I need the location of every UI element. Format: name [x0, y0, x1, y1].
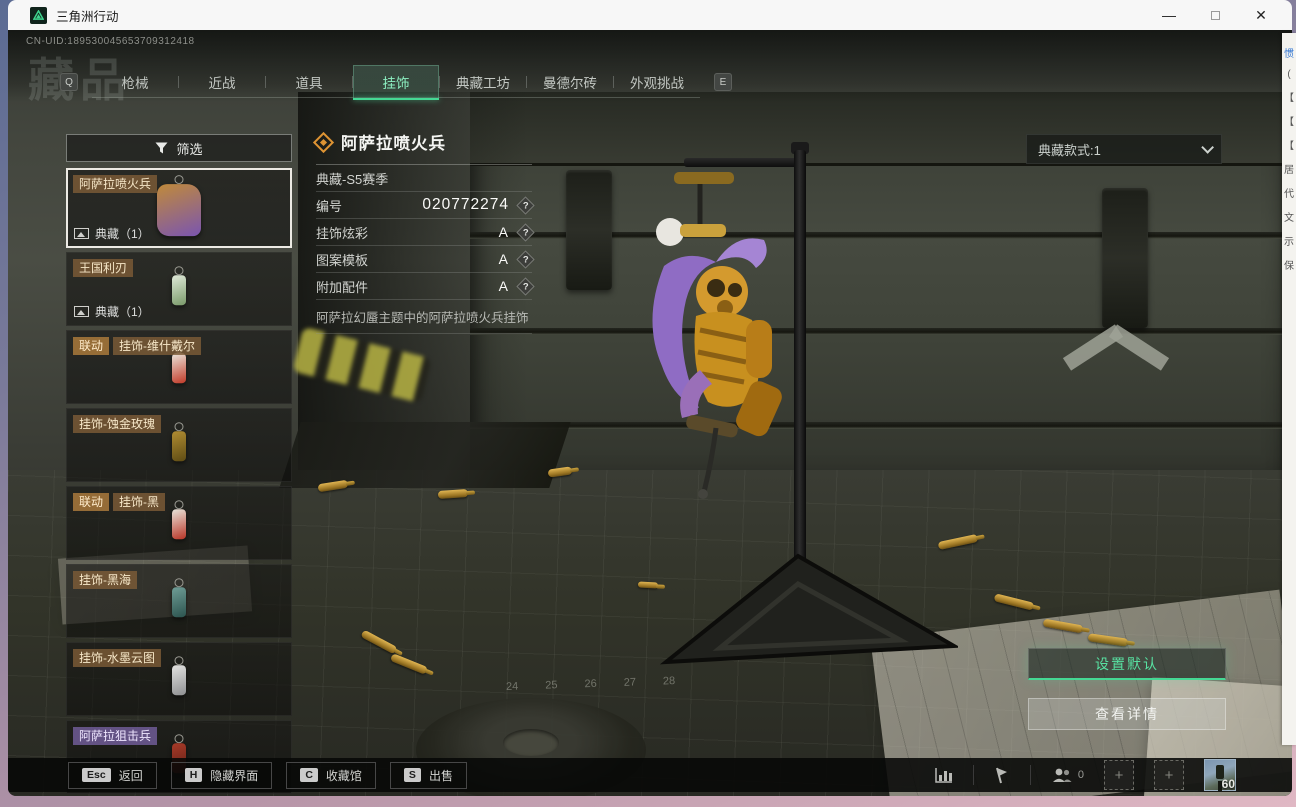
hide-ui-shortcut[interactable]: H 隐藏界面: [170, 761, 273, 789]
charm-thumbnail: [172, 509, 186, 540]
gallery-icon: [74, 228, 89, 239]
view-details-button[interactable]: 查看详情: [1028, 698, 1226, 730]
maximize-button[interactable]: [1192, 0, 1238, 30]
tab-prev-key-hint[interactable]: Q: [60, 73, 78, 91]
charm-name-chip: 挂饰-蚀金玫瑰: [73, 415, 161, 434]
charm-name-chip: 挂饰-水墨云图: [73, 649, 161, 668]
team-button[interactable]: 0: [1051, 767, 1084, 783]
app-logo-icon: [30, 6, 47, 24]
bar-chart-icon: [935, 768, 952, 783]
back-shortcut[interactable]: Esc 返回: [68, 761, 157, 789]
charm-thumbnail: [157, 184, 201, 237]
h-keycap: H: [184, 768, 203, 782]
accessory-row: 附加配件 A ?: [316, 273, 535, 300]
collect-count: 典藏（1）: [74, 225, 150, 242]
bottom-bar: Esc 返回 H 隐藏界面 C 收藏馆 S 出售 0 + + 60: [8, 758, 1292, 792]
detail-title: 阿萨拉喷火兵: [341, 135, 446, 153]
collect-count: 典藏（1）: [74, 303, 150, 320]
team-count: 0: [1077, 769, 1084, 781]
season-row: 典藏-S5赛季: [316, 165, 532, 192]
charm-description: 阿萨拉幻蜃主题中的阿萨拉喷火兵挂饰: [316, 300, 532, 334]
minimize-button[interactable]: —: [1146, 0, 1192, 30]
charm-thumbnail: [172, 275, 186, 306]
tab-guns[interactable]: 枪械: [92, 65, 178, 99]
invite-slot-button[interactable]: +: [1104, 760, 1134, 790]
crate-latch: [1102, 188, 1148, 328]
charm-list-item[interactable]: 王国利刃 典藏（1）: [66, 252, 292, 326]
serial-value: 020772274: [422, 196, 509, 213]
game-viewport: 24 25 26 27 28 藏品 CN-UID:189530045653709…: [8, 30, 1292, 796]
sell-shortcut[interactable]: S 出售: [389, 761, 467, 789]
filter-button[interactable]: 筛选: [66, 134, 292, 162]
stats-button[interactable]: [935, 767, 953, 783]
charm-list: 阿萨拉喷火兵 典藏（1） 王国利刃 典藏（1） 联动 挂饰-维什戴尔 挂饰-蚀金…: [66, 168, 292, 796]
stand-base: [659, 553, 958, 665]
tab-charms[interactable]: 挂饰: [353, 64, 439, 100]
charm-name-chip: 阿萨拉狙击兵: [73, 727, 158, 746]
people-icon: [1052, 768, 1072, 782]
charm-name-chip: 王国利刃: [73, 259, 134, 278]
charm-list-item[interactable]: 联动 挂饰-维什戴尔: [66, 330, 292, 404]
c-keycap: C: [300, 768, 318, 782]
charm-name-chip: 挂饰-黑海: [73, 571, 137, 590]
charm-thumbnail: [172, 431, 186, 462]
serial-row: 编号 020772274 ?: [316, 192, 535, 219]
charm-name-chip: 挂饰-黑: [113, 493, 166, 512]
tarp: [279, 422, 571, 488]
window-title: 三角洲行动: [56, 9, 119, 24]
invite-slot-button[interactable]: +: [1154, 760, 1184, 790]
help-icon[interactable]: ?: [516, 249, 535, 269]
charm-list-item[interactable]: 挂饰-蚀金玫瑰: [66, 408, 292, 482]
window-titlebar: 三角洲行动 — ✕: [8, 0, 1292, 30]
gallery-icon: [74, 306, 89, 317]
screen: 三角洲行动 — ✕ 24 25 26 27 28 藏品 CN-UID:18953…: [0, 0, 1296, 807]
pattern-row: 图案模板 A ?: [316, 246, 535, 273]
stand-arm: [684, 158, 804, 167]
help-icon[interactable]: ?: [516, 222, 535, 242]
charm-list-item[interactable]: 挂饰-水墨云图: [66, 642, 292, 716]
tab-collection-workshop[interactable]: 典藏工坊: [440, 65, 526, 99]
charm-name-chip: 阿萨拉喷火兵: [73, 175, 158, 194]
flag-icon: [995, 767, 1007, 783]
help-icon[interactable]: ?: [516, 276, 535, 296]
rarity-diamond-icon: [312, 131, 335, 153]
esc-keycap: Esc: [82, 768, 111, 782]
collab-badge: 联动: [73, 337, 110, 356]
charm-thumbnail: [172, 587, 186, 618]
charm-thumbnail: [172, 353, 186, 384]
collection-hall-shortcut[interactable]: C 收藏馆: [286, 761, 376, 789]
player-level: 60: [1221, 777, 1235, 791]
tab-next-key-hint[interactable]: E: [714, 73, 732, 91]
tab-melee[interactable]: 近战: [179, 65, 265, 99]
s-keycap: S: [403, 768, 421, 782]
category-tabbar: Q 枪械 近战 道具 挂饰 典藏工坊 曼德尔砖 外观挑战 E: [60, 64, 732, 100]
report-button[interactable]: [994, 767, 1010, 784]
tab-appearance-challenge[interactable]: 外观挑战: [614, 65, 700, 99]
chevron-down-icon: [1201, 140, 1214, 154]
charm-list-item[interactable]: 联动 挂饰-黑: [66, 486, 292, 560]
uid-text: CN-UID:189530045653709312418: [26, 36, 195, 47]
tab-gear[interactable]: 道具: [266, 65, 352, 99]
collab-badge: 联动: [73, 493, 110, 512]
charm-name-chip: 挂饰-维什戴尔: [113, 337, 202, 356]
charm-3d-figure[interactable]: [604, 170, 824, 500]
collection-style-dropdown[interactable]: 典藏款式:1: [1026, 134, 1222, 164]
tab-mandel-brick[interactable]: 曼德尔砖: [527, 65, 613, 99]
close-button[interactable]: ✕: [1238, 0, 1284, 30]
charm-thumbnail: [172, 665, 186, 696]
charm-list-item[interactable]: 阿萨拉喷火兵 典藏（1）: [66, 168, 292, 248]
help-icon[interactable]: ?: [516, 195, 535, 215]
background-window-sliver[interactable]: 惯(【【【居代文示保: [1282, 33, 1296, 745]
set-default-button[interactable]: 设置默认: [1028, 648, 1226, 680]
charm-list-item[interactable]: 挂饰-黑海: [66, 564, 292, 638]
player-avatar[interactable]: 60: [1204, 759, 1236, 791]
charm-detail-panel: 阿萨拉喷火兵 典藏-S5赛季 编号 020772274 ? 挂饰炫彩 A ? 图…: [312, 130, 535, 334]
funnel-icon: [155, 142, 168, 154]
colorway-row: 挂饰炫彩 A ?: [316, 219, 535, 246]
